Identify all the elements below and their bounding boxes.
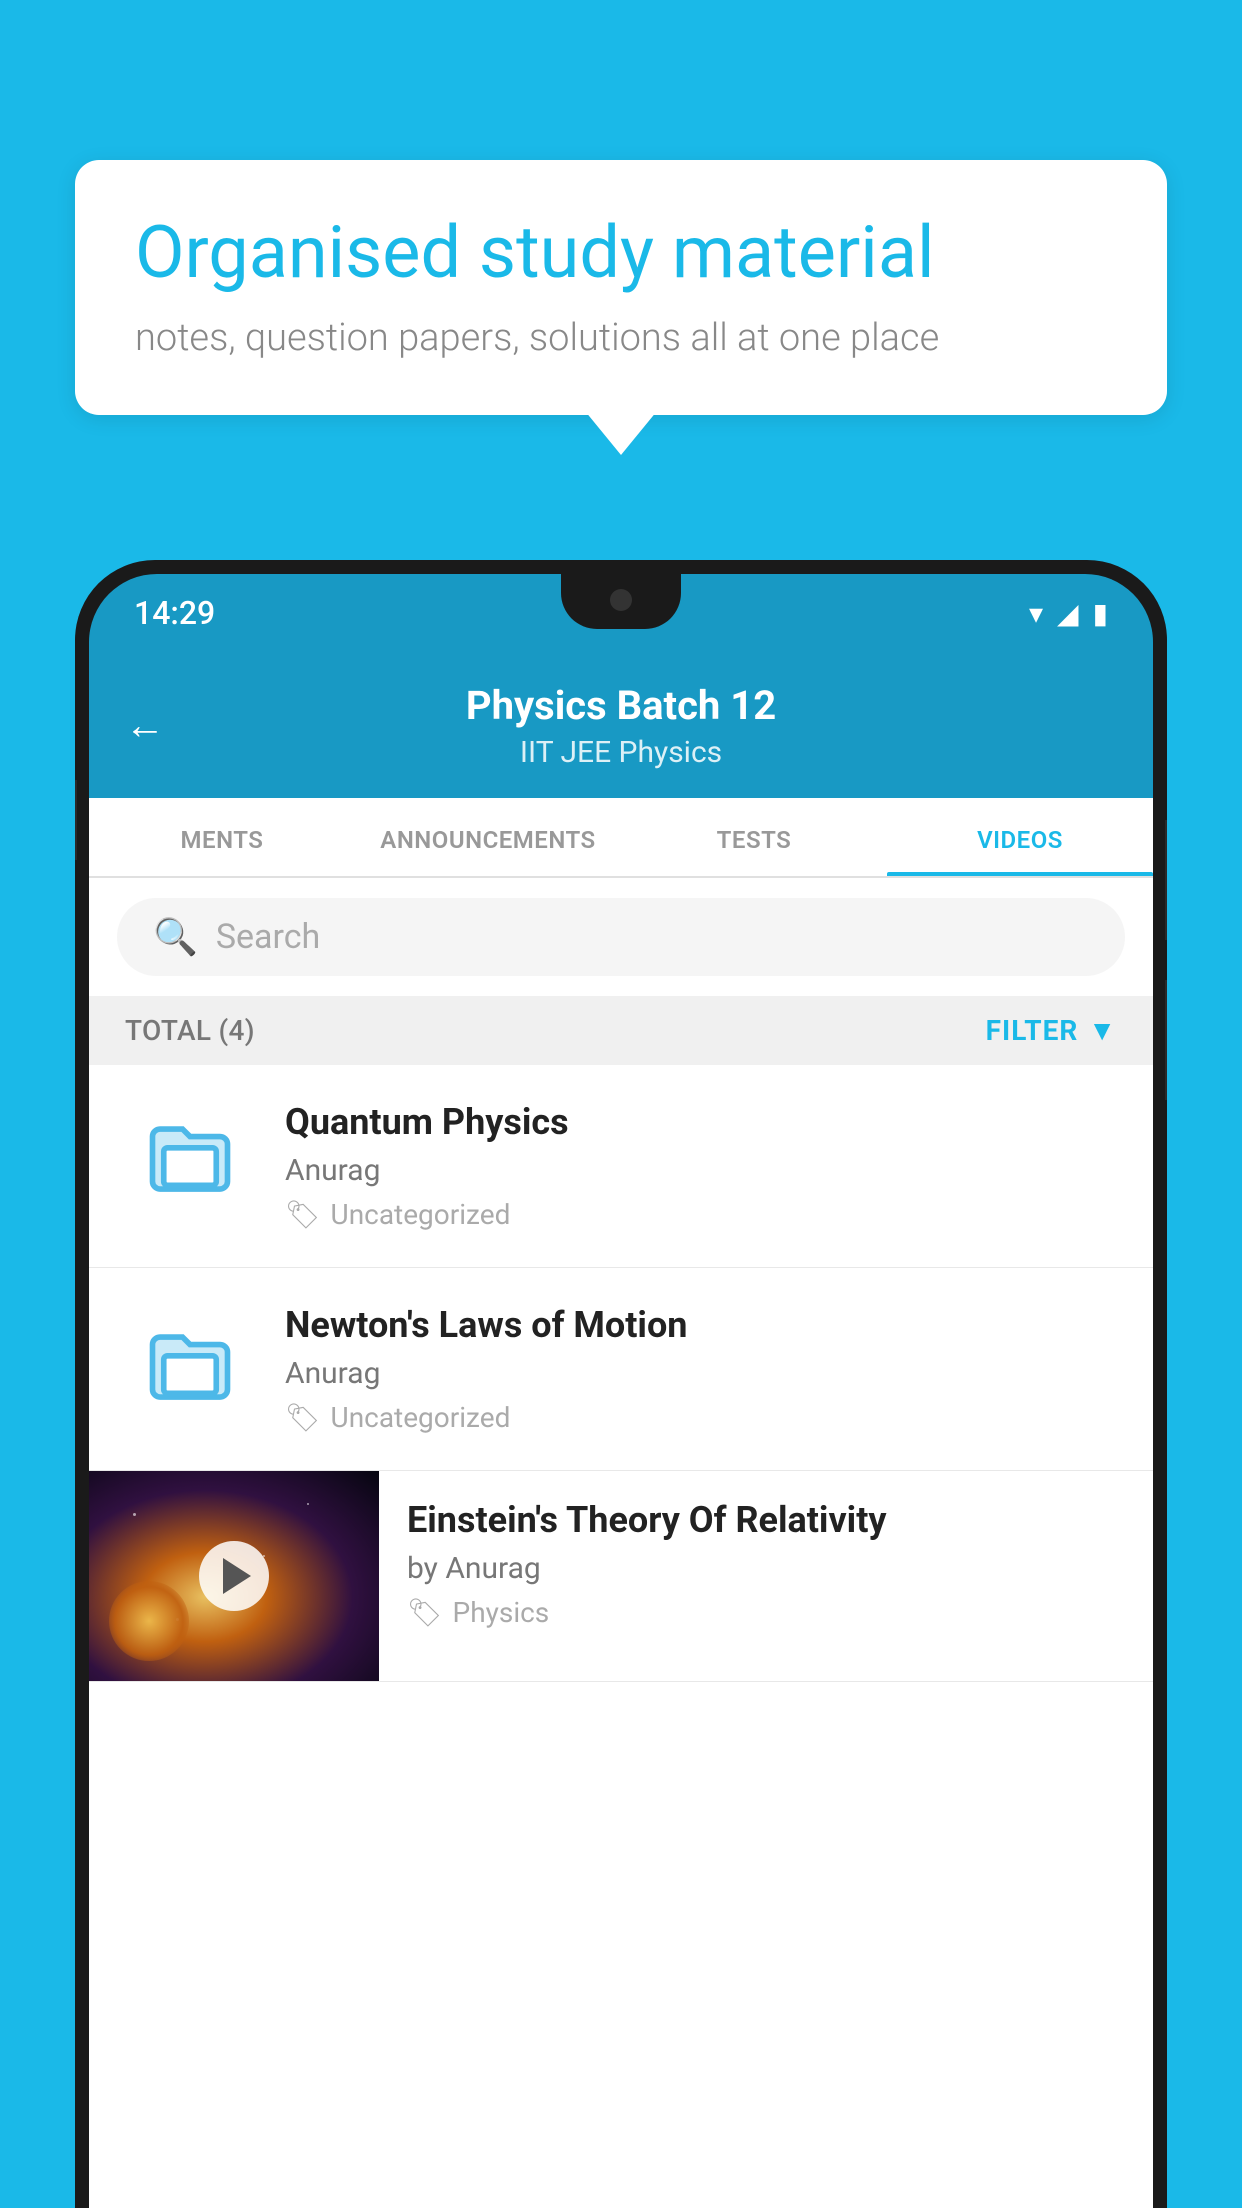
filter-button[interactable]: FILTER ▼ bbox=[986, 1014, 1117, 1047]
item-info-einstein: Einstein's Theory Of Relativity by Anura… bbox=[379, 1471, 1153, 1657]
phone-frame: 14:29 ▾ ◢ ▮ ← Physics Batch 12 IIT JEE P… bbox=[75, 560, 1167, 2208]
item-thumbnail-quantum bbox=[125, 1101, 255, 1231]
item-tag: 🏷 Uncategorized bbox=[285, 1198, 1117, 1231]
tag-label: Physics bbox=[453, 1596, 550, 1629]
folder-icon bbox=[145, 1322, 235, 1416]
status-bar: 14:29 ▾ ◢ ▮ bbox=[89, 574, 1153, 652]
battery-icon: ▮ bbox=[1093, 597, 1108, 630]
phone-inner: 14:29 ▾ ◢ ▮ ← Physics Batch 12 IIT JEE P… bbox=[89, 574, 1153, 2208]
tab-ments[interactable]: MENTS bbox=[89, 798, 355, 876]
list-item[interactable]: Quantum Physics Anurag 🏷 Uncategorized bbox=[89, 1065, 1153, 1268]
phone-power-button bbox=[1165, 820, 1167, 940]
search-bar[interactable]: 🔍 Search bbox=[117, 898, 1125, 976]
search-icon: 🔍 bbox=[153, 916, 198, 958]
item-thumbnail-einstein bbox=[89, 1471, 379, 1681]
phone-vol-button-2 bbox=[1165, 980, 1167, 1100]
tab-tests[interactable]: TESTS bbox=[621, 798, 887, 876]
header-title: Physics Batch 12 bbox=[129, 682, 1113, 729]
back-button[interactable]: ← bbox=[125, 702, 165, 749]
play-triangle bbox=[223, 1558, 251, 1594]
status-icons: ▾ ◢ ▮ bbox=[1029, 597, 1108, 630]
item-info-quantum: Quantum Physics Anurag 🏷 Uncategorized bbox=[285, 1101, 1117, 1231]
tag-icon: 🏷 bbox=[285, 1198, 321, 1231]
item-info-newton: Newton's Laws of Motion Anurag 🏷 Uncateg… bbox=[285, 1304, 1117, 1434]
list-item[interactable]: Einstein's Theory Of Relativity by Anura… bbox=[89, 1471, 1153, 1682]
item-tag: 🏷 Physics bbox=[407, 1596, 1125, 1629]
filter-label: FILTER bbox=[986, 1014, 1079, 1047]
app-header: ← Physics Batch 12 IIT JEE Physics bbox=[89, 652, 1153, 798]
item-author: Anurag bbox=[285, 1356, 1117, 1391]
signal-icon: ◢ bbox=[1057, 597, 1079, 630]
play-button[interactable] bbox=[199, 1541, 269, 1611]
tab-announcements[interactable]: ANNOUNCEMENTS bbox=[355, 798, 621, 876]
video-list: Quantum Physics Anurag 🏷 Uncategorized bbox=[89, 1065, 1153, 1682]
folder-icon bbox=[145, 1114, 235, 1219]
item-thumbnail-newton bbox=[125, 1304, 255, 1434]
item-author: Anurag bbox=[285, 1153, 1117, 1188]
speech-bubble: Organised study material notes, question… bbox=[75, 160, 1167, 415]
total-count: TOTAL (4) bbox=[125, 1014, 255, 1047]
tab-bar: MENTS ANNOUNCEMENTS TESTS VIDEOS bbox=[89, 798, 1153, 878]
tag-icon: 🏷 bbox=[407, 1596, 443, 1629]
item-author: by Anurag bbox=[407, 1551, 1125, 1586]
header-subtitle: IIT JEE Physics bbox=[129, 735, 1113, 770]
wifi-icon: ▾ bbox=[1029, 597, 1043, 630]
tab-videos[interactable]: VIDEOS bbox=[887, 798, 1153, 876]
item-tag: 🏷 Uncategorized bbox=[285, 1401, 1117, 1434]
item-title: Newton's Laws of Motion bbox=[285, 1304, 1117, 1346]
bubble-subtitle: notes, question papers, solutions all at… bbox=[135, 316, 1107, 360]
phone-vol-button bbox=[75, 780, 77, 860]
filter-bar: TOTAL (4) FILTER ▼ bbox=[89, 996, 1153, 1065]
item-title: Quantum Physics bbox=[285, 1101, 1117, 1143]
search-input[interactable]: Search bbox=[216, 917, 320, 957]
tag-icon: 🏷 bbox=[285, 1401, 321, 1434]
status-time: 14:29 bbox=[134, 594, 215, 632]
list-item[interactable]: Newton's Laws of Motion Anurag 🏷 Uncateg… bbox=[89, 1268, 1153, 1471]
notch bbox=[561, 574, 681, 629]
filter-icon: ▼ bbox=[1088, 1014, 1117, 1047]
item-title: Einstein's Theory Of Relativity bbox=[407, 1499, 1125, 1541]
phone-screen: ← Physics Batch 12 IIT JEE Physics MENTS… bbox=[89, 652, 1153, 2208]
bubble-title: Organised study material bbox=[135, 210, 1107, 296]
tag-label: Uncategorized bbox=[331, 1401, 511, 1434]
search-container: 🔍 Search bbox=[89, 878, 1153, 996]
tag-label: Uncategorized bbox=[331, 1198, 511, 1231]
notch-camera bbox=[610, 589, 632, 611]
